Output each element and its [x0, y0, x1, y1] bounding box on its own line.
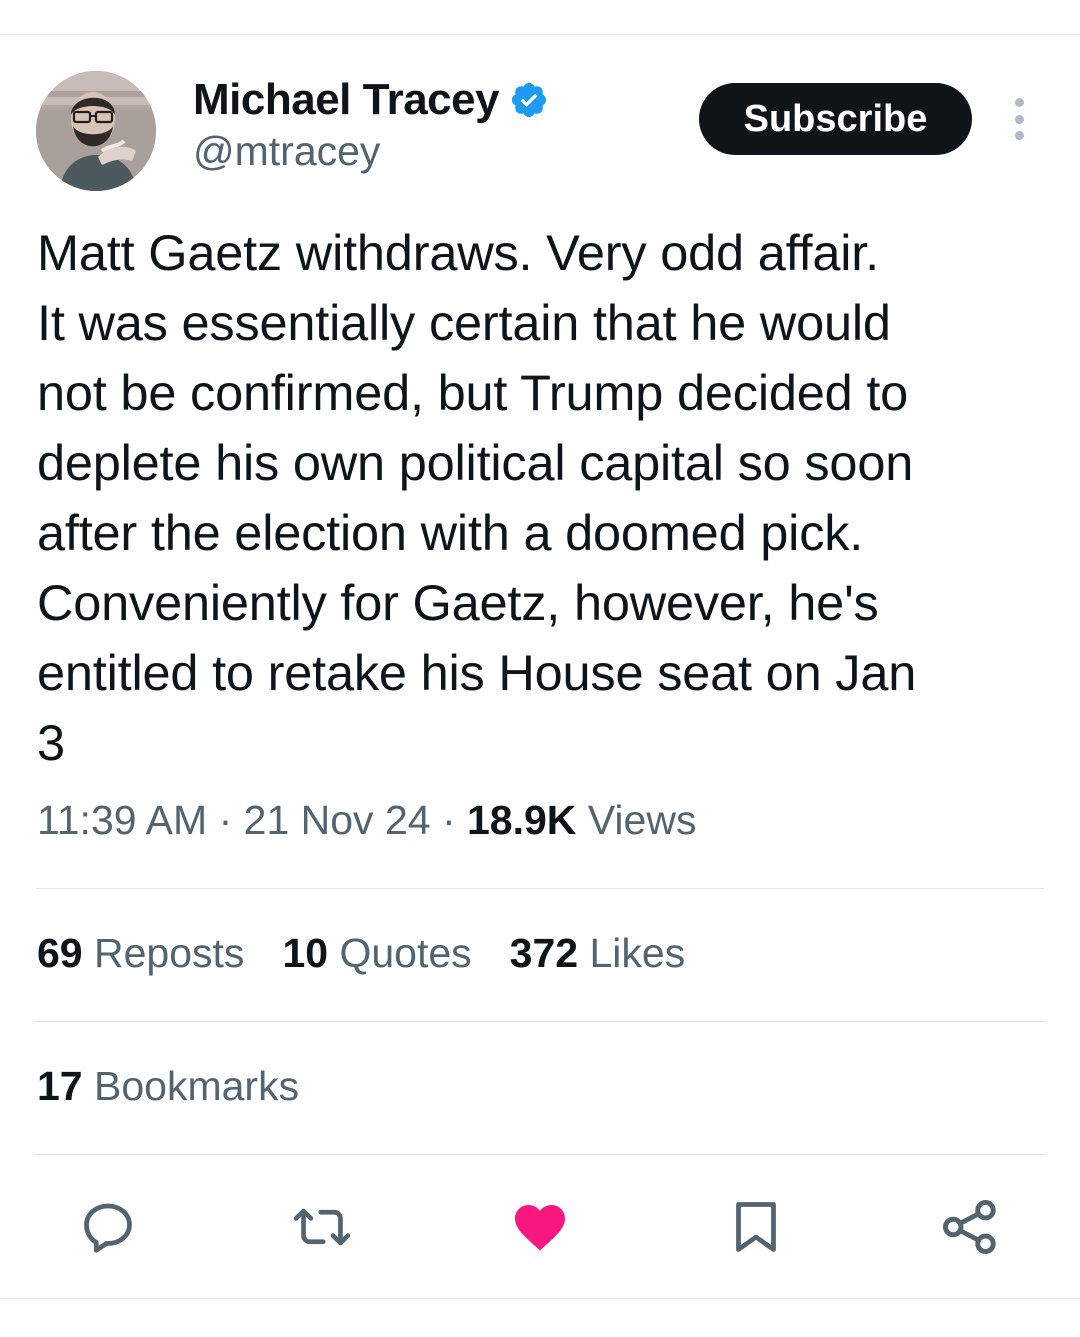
share-icon [943, 1200, 996, 1254]
bookmark-icon [736, 1202, 776, 1252]
bookmarks-stat[interactable]: 17 Bookmarks [37, 1063, 299, 1110]
divider [36, 888, 1044, 889]
engagement-stats: 69 Reposts 10 Quotes 372 Likes [37, 930, 723, 977]
tweet-time[interactable]: 11:39 AM [37, 797, 207, 843]
author-display-name[interactable]: Michael Tracey [193, 75, 500, 125]
author-name-row[interactable]: Michael Tracey [193, 73, 549, 127]
top-divider [0, 34, 1080, 35]
reply-button[interactable] [76, 1195, 140, 1259]
bookmarks-count: 17 [37, 1063, 83, 1109]
reposts-stat[interactable]: 69 Reposts [37, 930, 244, 977]
avatar[interactable] [36, 71, 156, 191]
bottom-divider [0, 1298, 1080, 1299]
author-handle[interactable]: @mtracey [193, 128, 380, 175]
divider [36, 1154, 1044, 1155]
repost-button[interactable] [290, 1195, 354, 1259]
meta-separator: · [441, 797, 467, 843]
avatar-image [36, 71, 156, 191]
more-dot [1014, 114, 1024, 124]
bookmarks-label: Bookmarks [94, 1063, 300, 1109]
reposts-label: Reposts [94, 930, 245, 976]
subscribe-button[interactable]: Subscribe [699, 83, 972, 155]
reply-icon [84, 1203, 132, 1253]
bookmark-button[interactable] [724, 1195, 788, 1259]
share-button[interactable] [938, 1195, 1002, 1259]
quotes-count: 10 [282, 930, 329, 976]
quotes-stat[interactable]: 10 Quotes [282, 930, 471, 977]
views-count[interactable]: 18.9K [467, 797, 576, 843]
verified-badge-icon [511, 82, 547, 118]
tweet-text: Matt Gaetz withdraws. Very odd affair. I… [37, 224, 917, 771]
more-vertical-icon[interactable] [1004, 98, 1034, 140]
divider [36, 1021, 1044, 1022]
likes-count: 372 [509, 930, 579, 976]
likes-stat[interactable]: 372 Likes [510, 930, 686, 977]
tweet-meta: 11:39 AM · 21 Nov 24 · 18.9K Views [37, 797, 696, 844]
tweet-date[interactable]: 21 Nov 24 [244, 797, 431, 843]
likes-label: Likes [589, 930, 686, 976]
more-dot [1014, 131, 1024, 140]
repost-icon [293, 1208, 351, 1246]
reposts-count: 69 [37, 930, 83, 976]
quotes-label: Quotes [339, 930, 472, 976]
more-dot [1014, 98, 1024, 107]
meta-separator: · [218, 797, 244, 843]
like-button[interactable] [508, 1195, 572, 1259]
heart-icon [515, 1205, 565, 1251]
views-label[interactable]: Views [588, 797, 697, 843]
